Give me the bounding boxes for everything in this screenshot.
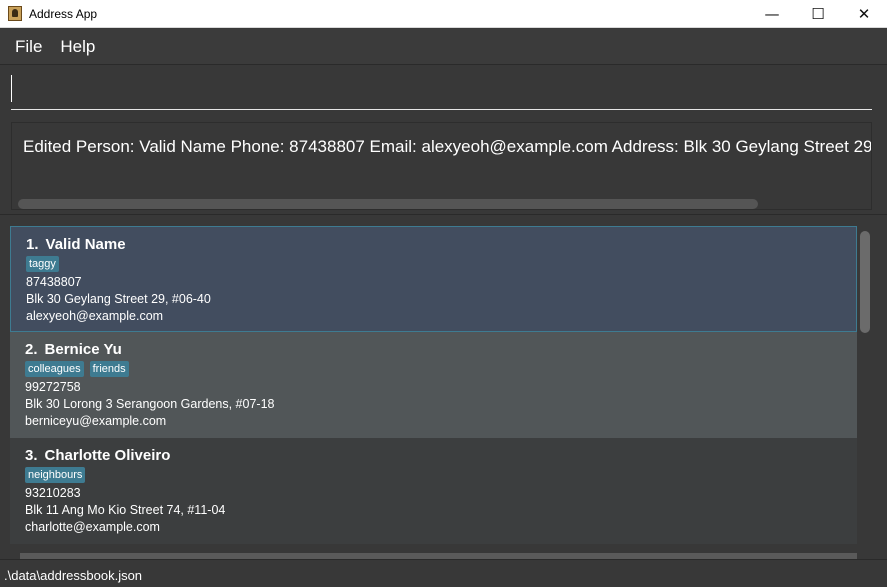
person-card-title: 1. Valid Name	[26, 236, 841, 253]
person-address: Blk 30 Lorong 3 Serangoon Gardens, #07-1…	[25, 397, 275, 411]
command-box	[0, 66, 887, 116]
command-input[interactable]	[11, 74, 872, 110]
person-card-title: 2. Bernice Yu	[25, 341, 842, 358]
person-index: 1.	[26, 236, 39, 253]
person-card-title: 3. Charlotte Oliveiro	[25, 447, 842, 464]
horizontal-scrollbar[interactable]	[18, 199, 758, 209]
window-controls: — ☐ ✕	[749, 0, 887, 27]
person-name: Bernice Yu	[44, 341, 122, 358]
menu-bar: File Help	[0, 29, 887, 65]
tag: friends	[89, 361, 129, 377]
person-email: charlotte@example.com	[25, 520, 160, 534]
minimize-button[interactable]: —	[749, 0, 795, 27]
person-name: Valid Name	[45, 236, 126, 253]
person-card[interactable]: 2. Bernice Yu colleagues friends 9927275…	[10, 332, 857, 438]
window-title: Address App	[29, 6, 98, 21]
person-card[interactable]: 1. Valid Name taggy 87438807 Blk 30 Geyl…	[10, 226, 857, 332]
person-card[interactable]: 3. Charlotte Oliveiro neighbours 9321028…	[10, 438, 857, 544]
person-name: Charlotte Oliveiro	[44, 447, 171, 464]
person-address: Blk 30 Geylang Street 29, #06-40	[26, 292, 211, 306]
tag: neighbours	[25, 467, 86, 483]
close-button[interactable]: ✕	[841, 0, 887, 27]
address-book-icon	[8, 6, 22, 21]
title-bar: Address App — ☐ ✕	[0, 0, 887, 28]
person-email: alexyeoh@example.com	[26, 309, 164, 323]
person-phone: 99272758	[25, 380, 81, 394]
person-index: 2.	[25, 341, 38, 358]
maximize-button[interactable]: ☐	[795, 0, 841, 27]
tag: taggy	[26, 256, 59, 272]
person-address: Blk 11 Ang Mo Kio Street 74, #11-04	[25, 503, 226, 517]
person-email: berniceyu@example.com	[25, 414, 167, 428]
person-phone: 93210283	[25, 486, 81, 500]
text-caret	[11, 75, 12, 102]
vertical-scrollbar[interactable]	[860, 231, 870, 333]
result-text: Edited Person: Valid Name Phone: 8743880…	[23, 137, 872, 156]
status-bar: .\data\addressbook.json	[0, 563, 887, 587]
tag: colleagues	[25, 361, 84, 377]
person-phone: 87438807	[26, 275, 82, 289]
person-list-panel: 1. Valid Name taggy 87438807 Blk 30 Geyl…	[0, 216, 887, 560]
tag-list: colleagues friends	[25, 361, 842, 377]
menu-file[interactable]: File	[0, 37, 51, 57]
list-bottom-divider	[20, 553, 857, 559]
tag-list: taggy	[26, 256, 841, 272]
person-index: 3.	[25, 447, 38, 464]
menu-help[interactable]: Help	[51, 37, 104, 57]
result-display[interactable]: Edited Person: Valid Name Phone: 8743880…	[11, 122, 872, 210]
result-display-panel: Edited Person: Valid Name Phone: 8743880…	[0, 117, 887, 215]
tag-list: neighbours	[25, 467, 842, 483]
save-location: .\data\addressbook.json	[4, 567, 143, 583]
person-list[interactable]: 1. Valid Name taggy 87438807 Blk 30 Geyl…	[10, 226, 857, 559]
